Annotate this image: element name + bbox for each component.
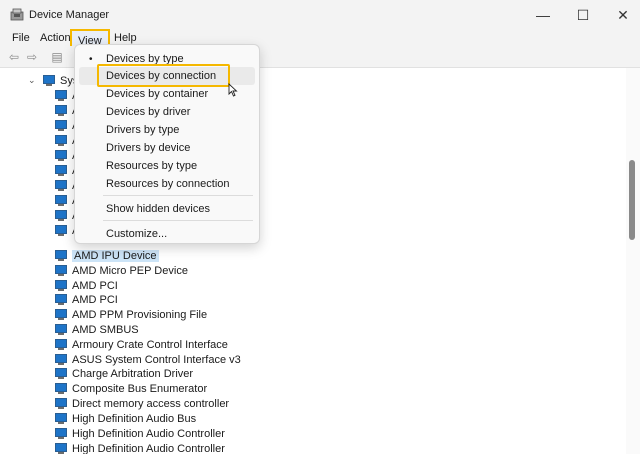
tree-item-label: Armoury Crate Control Interface bbox=[72, 338, 228, 351]
system-device-icon bbox=[54, 383, 68, 394]
tree-item[interactable]: AMD PCI bbox=[54, 292, 118, 307]
tree-item[interactable]: AMD PPM Provisioning File bbox=[54, 307, 207, 322]
window-title: Device Manager bbox=[29, 9, 110, 21]
system-device-icon bbox=[54, 280, 68, 291]
tree-item-label: AMD IPU Device bbox=[72, 249, 159, 262]
menu-item-resources-by-connection[interactable]: Resources by connection bbox=[79, 175, 255, 193]
close-button[interactable]: ✕ bbox=[600, 0, 640, 30]
checked-bullet-icon: • bbox=[89, 53, 93, 65]
menu-item-label: Devices by connection bbox=[106, 70, 217, 82]
tree-item-label: AMD PCI bbox=[72, 279, 118, 292]
tree-item[interactable]: High Definition Audio Bus bbox=[54, 411, 196, 426]
system-device-icon bbox=[54, 150, 68, 161]
tree-item-selected[interactable]: AMD IPU Device bbox=[54, 248, 159, 263]
tree-item-label: AMD SMBUS bbox=[72, 323, 139, 336]
system-device-icon bbox=[54, 135, 68, 146]
device-manager-window: Device Manager — ☐ ✕ File Action View He… bbox=[0, 0, 640, 454]
menu-item-label: Resources by type bbox=[106, 160, 198, 172]
tree-item-label: High Definition Audio Controller bbox=[72, 427, 225, 440]
system-device-icon bbox=[54, 324, 68, 335]
system-device-icon bbox=[54, 413, 68, 424]
tree-item-label: AMD PPM Provisioning File bbox=[72, 308, 208, 321]
tree-item[interactable]: AMD PCI bbox=[54, 278, 118, 293]
system-device-icon bbox=[54, 428, 68, 439]
menu-item-label: Show hidden devices bbox=[106, 203, 210, 215]
menu-item-customize[interactable]: Customize... bbox=[79, 225, 255, 243]
tree-item-label: ASUS System Control Interface v3 bbox=[72, 353, 241, 366]
title-bar: Device Manager — ☐ ✕ bbox=[0, 0, 640, 30]
menu-item-label: Customize... bbox=[106, 228, 168, 240]
menu-item-label: Resources by connection bbox=[106, 178, 230, 190]
tree-item-label: Composite Bus Enumerator bbox=[72, 382, 208, 395]
properties-icon[interactable]: ▤ bbox=[50, 50, 64, 64]
view-menu-dropdown: • Devices by type Devices by connection … bbox=[74, 44, 260, 244]
system-device-icon bbox=[54, 398, 68, 409]
mouse-cursor-icon bbox=[228, 83, 238, 97]
tree-item-label: Direct memory access controller bbox=[72, 397, 230, 410]
forward-arrow-icon[interactable]: ⇨ bbox=[25, 50, 39, 64]
menu-item-show-hidden-devices[interactable]: Show hidden devices bbox=[79, 200, 255, 218]
tree-item[interactable]: Composite Bus Enumerator bbox=[54, 381, 207, 396]
tree-item[interactable]: ASUS System Control Interface v3 bbox=[54, 352, 241, 367]
device-manager-app-icon bbox=[10, 8, 24, 21]
collapse-chevron-icon[interactable]: ⌄ bbox=[28, 75, 38, 86]
system-device-icon bbox=[54, 225, 68, 236]
system-device-icon bbox=[54, 120, 68, 131]
menu-separator bbox=[103, 195, 253, 196]
vertical-scrollbar[interactable] bbox=[626, 68, 640, 454]
menu-item-label: Devices by container bbox=[106, 88, 209, 100]
menu-item-label: Devices by driver bbox=[106, 106, 191, 118]
tree-item-label: High Definition Audio Controller bbox=[72, 442, 225, 454]
system-device-icon bbox=[54, 354, 68, 365]
menu-file[interactable]: File bbox=[8, 31, 34, 46]
scrollbar-thumb[interactable] bbox=[629, 160, 635, 240]
system-device-icon bbox=[54, 294, 68, 305]
tree-item[interactable]: Direct memory access controller bbox=[54, 396, 229, 411]
system-device-icon bbox=[54, 195, 68, 206]
menu-item-label: Drivers by type bbox=[106, 124, 180, 136]
system-device-icon bbox=[54, 180, 68, 191]
tree-item-label: AMD Micro PEP Device bbox=[72, 264, 188, 277]
menu-item-label: Devices by type bbox=[106, 53, 184, 65]
system-device-icon bbox=[54, 250, 68, 261]
menu-item-drivers-by-type[interactable]: Drivers by type bbox=[79, 121, 255, 139]
system-device-icon bbox=[54, 90, 68, 101]
tree-item[interactable]: Armoury Crate Control Interface bbox=[54, 337, 228, 352]
back-arrow-icon[interactable]: ⇦ bbox=[7, 50, 21, 64]
tree-item-label: Charge Arbitration Driver bbox=[72, 367, 194, 380]
system-device-icon bbox=[54, 309, 68, 320]
menu-item-label: Drivers by device bbox=[106, 142, 191, 154]
system-device-icon bbox=[54, 443, 68, 454]
menu-action[interactable]: Action bbox=[36, 31, 75, 46]
system-device-icon bbox=[54, 265, 68, 276]
system-device-icon bbox=[54, 339, 68, 350]
menu-item-drivers-by-device[interactable]: Drivers by device bbox=[79, 139, 255, 157]
menu-item-devices-by-driver[interactable]: Devices by driver bbox=[79, 103, 255, 121]
tree-item[interactable]: High Definition Audio Controller bbox=[54, 426, 225, 441]
system-device-icon bbox=[54, 105, 68, 116]
system-device-icon bbox=[54, 210, 68, 221]
menu-separator bbox=[103, 220, 253, 221]
system-device-icon bbox=[54, 165, 68, 176]
tree-item-label: High Definition Audio Bus bbox=[72, 412, 197, 425]
tree-item[interactable]: High Definition Audio Controller bbox=[54, 441, 225, 454]
tree-item[interactable]: AMD SMBUS bbox=[54, 322, 139, 337]
tree-item[interactable]: Charge Arbitration Driver bbox=[54, 366, 193, 381]
system-device-icon bbox=[54, 368, 68, 379]
tree-item[interactable]: AMD Micro PEP Device bbox=[54, 263, 188, 278]
menu-item-resources-by-type[interactable]: Resources by type bbox=[79, 157, 255, 175]
tree-item-label: AMD PCI bbox=[72, 293, 118, 306]
menu-item-devices-by-type[interactable]: • Devices by type bbox=[79, 50, 255, 68]
computer-icon bbox=[42, 75, 56, 86]
